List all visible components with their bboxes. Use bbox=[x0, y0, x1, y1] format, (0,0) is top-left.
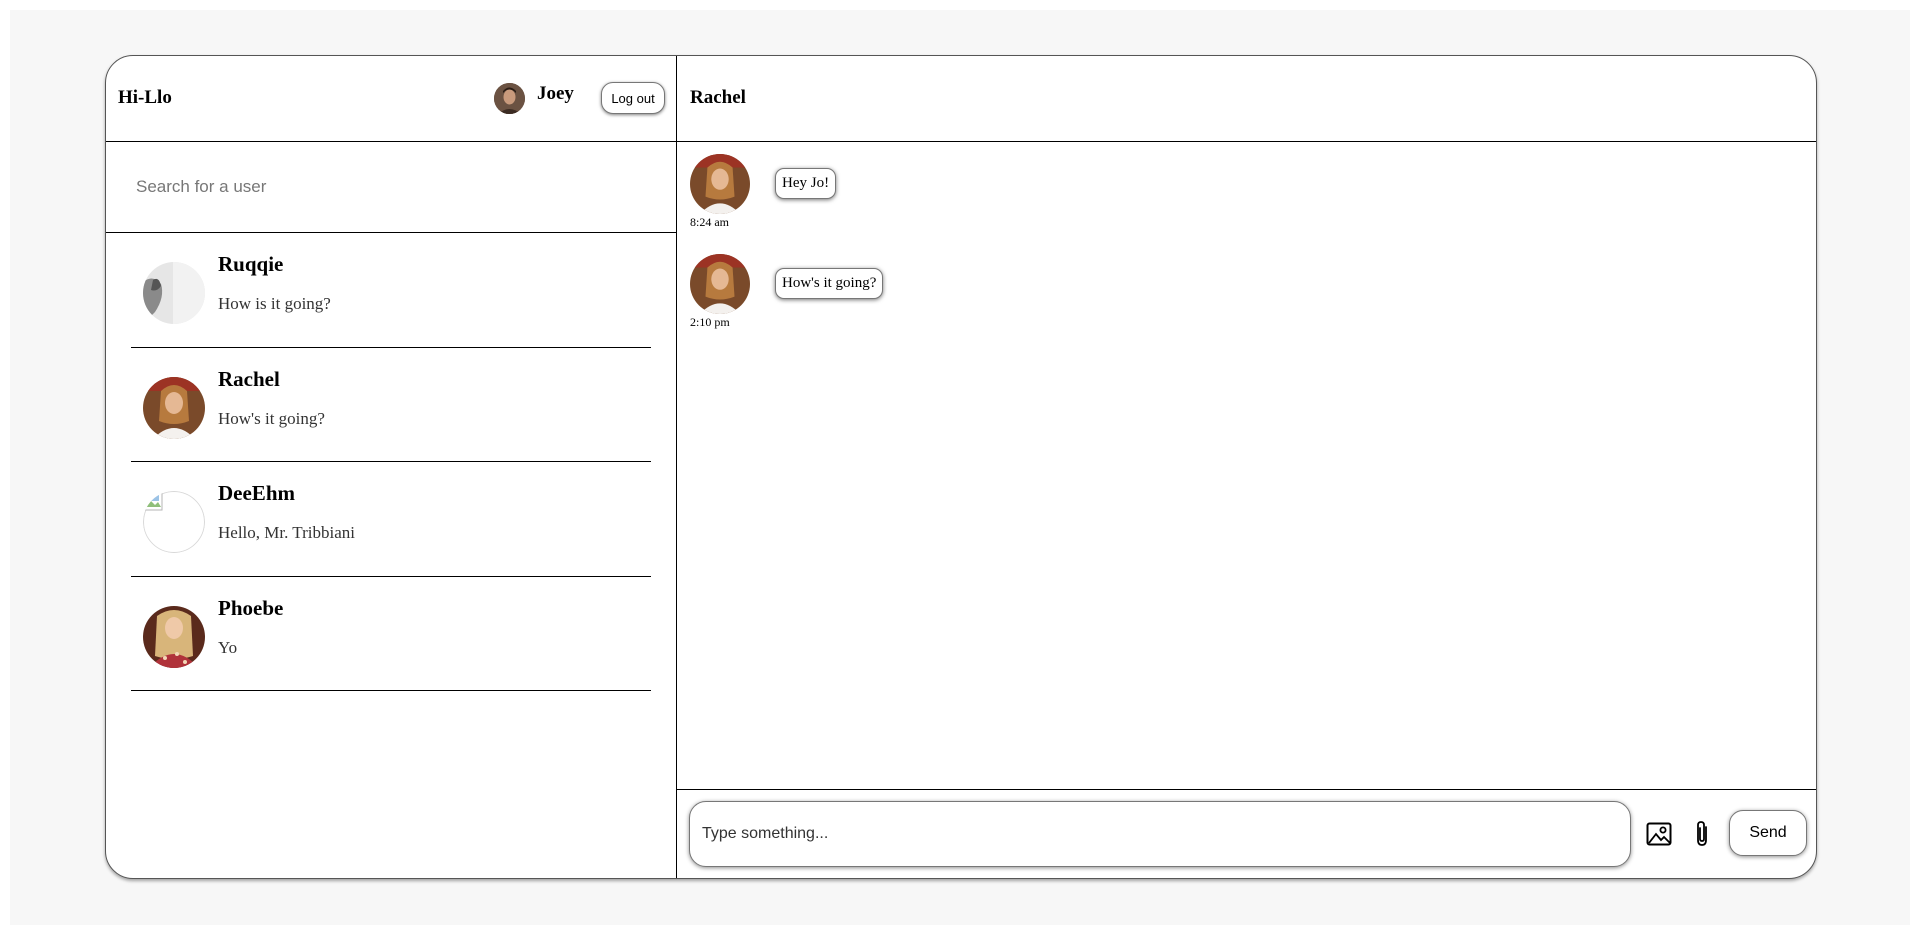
chat-panel: Rachel 8:24 am Hey Jo! 2:10 pm How's it … bbox=[677, 56, 1816, 878]
phoebe-photo-avatar bbox=[143, 605, 205, 668]
conversation-preview: Hello, Mr. Tribbiani bbox=[218, 523, 355, 542]
message-time: 2:10 pm bbox=[690, 315, 730, 329]
sender-avatar bbox=[690, 154, 750, 214]
sidebar: Hi-Llo Joey Log out Search for a user Ru… bbox=[106, 56, 677, 878]
chat-header: Rachel bbox=[677, 56, 1816, 142]
send-button[interactable]: Send bbox=[1729, 810, 1807, 856]
conversation-name: Phoebe bbox=[218, 595, 284, 620]
paperclip-icon[interactable] bbox=[1688, 819, 1716, 849]
sidebar-header: Hi-Llo Joey Log out bbox=[106, 56, 676, 142]
page-background: Hi-Llo Joey Log out Search for a user Ru… bbox=[10, 10, 1910, 925]
conversation-preview: Yo bbox=[218, 637, 238, 657]
conversation-preview: How's it going? bbox=[218, 408, 325, 428]
grey-photo-avatar bbox=[143, 262, 205, 324]
rachel-photo-avatar bbox=[143, 376, 205, 439]
conversation-name: Rachel bbox=[218, 366, 280, 391]
conversation-name: Ruqqie bbox=[218, 252, 284, 276]
conversation-item-ruqqie[interactable]: Ruqqie How is it going? bbox=[131, 233, 651, 348]
conversation-item-phoebe[interactable]: Phoebe Yo bbox=[131, 577, 651, 691]
app-brand: Hi-Llo bbox=[118, 87, 172, 108]
search-input[interactable] bbox=[136, 174, 636, 200]
conversation-list: Ruqqie How is it going? Rachel How's it … bbox=[131, 233, 651, 691]
conversation-name: DeeEhm bbox=[218, 481, 295, 505]
message-composer: Send bbox=[677, 789, 1816, 878]
conversation-item-deeehm[interactable]: DeeEhm Hello, Mr. Tribbiani bbox=[131, 462, 651, 577]
message-input[interactable] bbox=[689, 801, 1631, 867]
broken-image-avatar bbox=[143, 491, 205, 553]
message-bubble: Hey Jo! bbox=[775, 168, 837, 199]
message-list: 8:24 am Hey Jo! 2:10 pm How's it going? bbox=[677, 142, 1816, 792]
current-user-avatar bbox=[494, 83, 525, 114]
message-time: 8:24 am bbox=[690, 215, 729, 229]
chat-title: Rachel bbox=[690, 87, 746, 108]
current-user-name: Joey bbox=[537, 83, 574, 104]
sender-avatar bbox=[690, 254, 750, 314]
conversation-preview: How is it going? bbox=[218, 294, 331, 313]
user-search bbox=[106, 142, 676, 233]
image-icon[interactable] bbox=[1645, 819, 1673, 849]
chat-app-window: Hi-Llo Joey Log out Search for a user Ru… bbox=[105, 55, 1817, 879]
message-bubble: How's it going? bbox=[775, 268, 884, 299]
conversation-item-rachel[interactable]: Rachel How's it going? bbox=[131, 348, 651, 462]
logout-button[interactable]: Log out bbox=[601, 82, 665, 114]
